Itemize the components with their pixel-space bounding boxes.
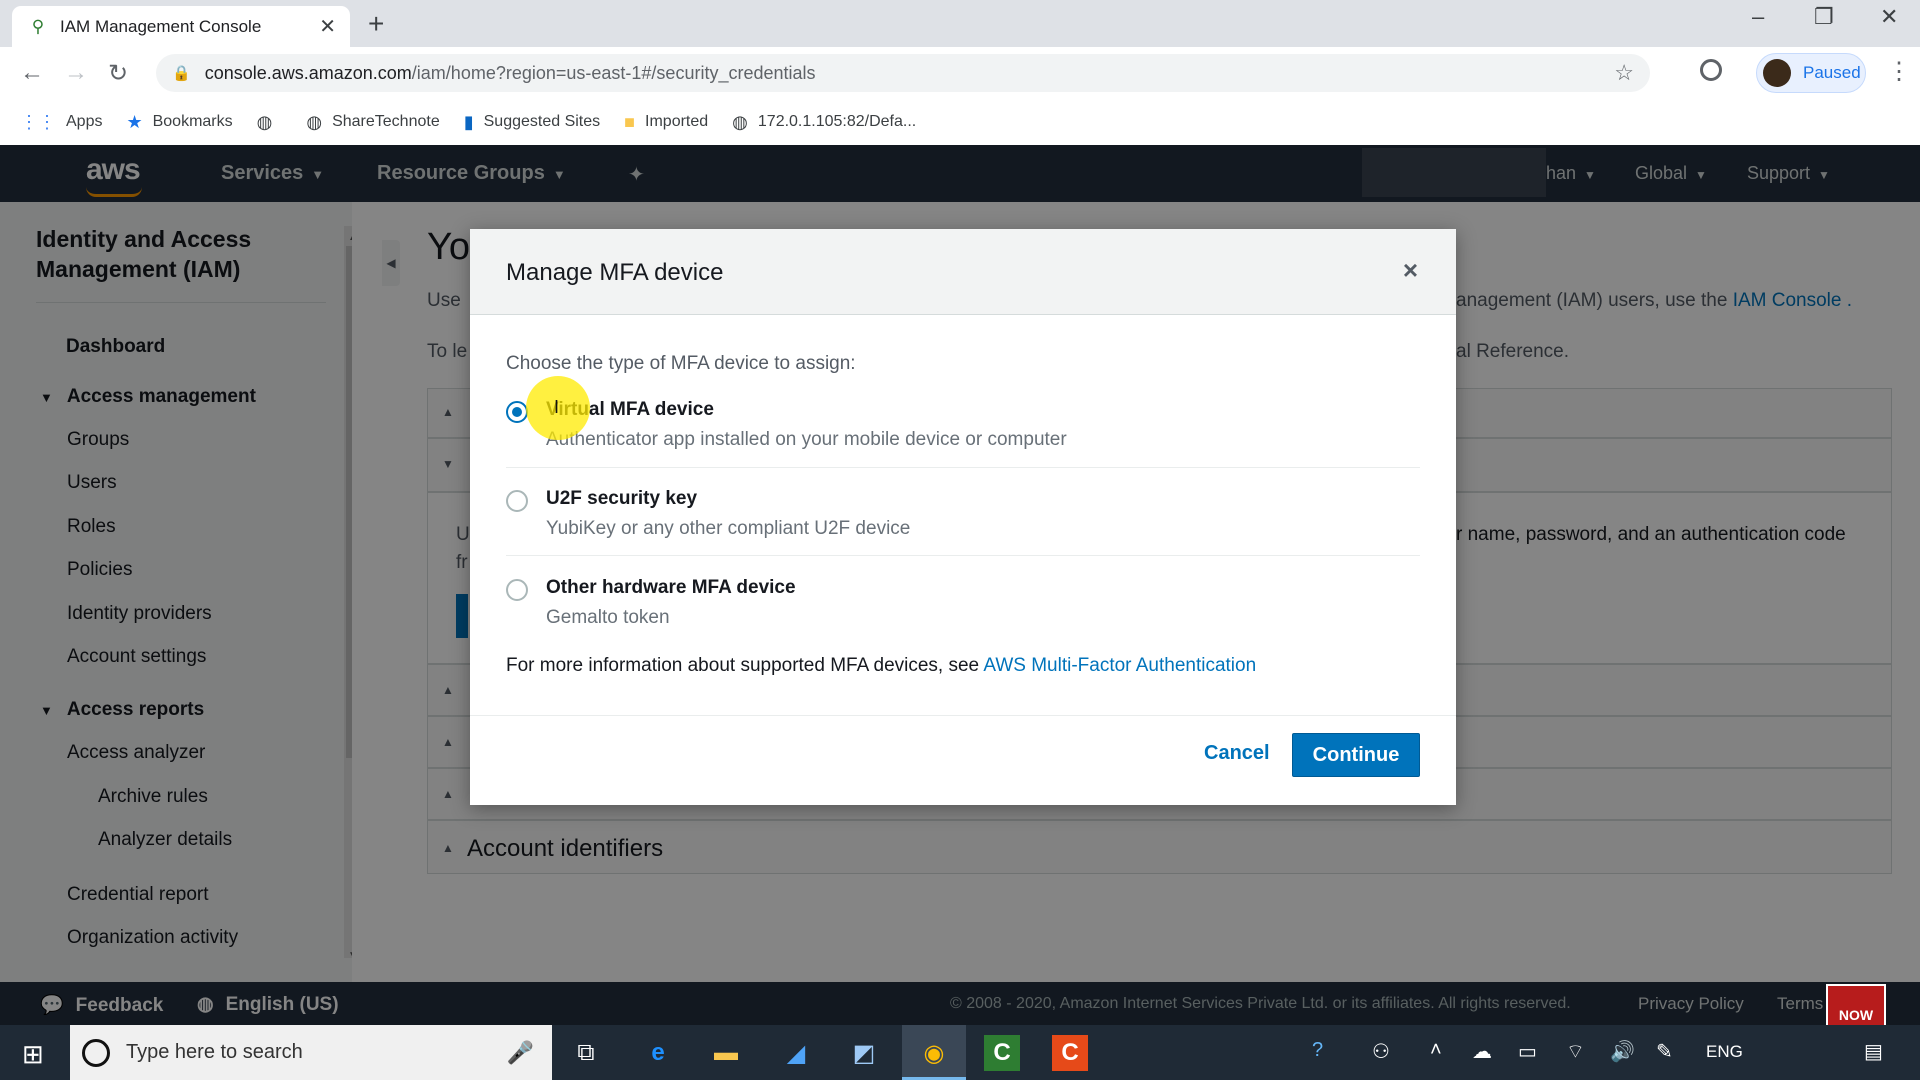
bookmark-globe[interactable]: ◍ (257, 112, 283, 133)
task-view-icon[interactable]: ⧉ (568, 1035, 604, 1071)
option-name: Other hardware MFA device (546, 577, 796, 598)
wifi-icon[interactable]: ⌔ (1566, 1039, 1585, 1064)
onedrive-icon[interactable]: ☁ (1472, 1039, 1492, 1064)
app-icon[interactable]: ◢ (778, 1035, 814, 1071)
restore-icon[interactable]: ❐ (1814, 4, 1834, 30)
pen-icon[interactable]: ✎ (1656, 1039, 1673, 1064)
new-tab-icon[interactable]: + (368, 8, 384, 40)
option-desc: Gemalto token (546, 607, 670, 628)
aws-mfa-link[interactable]: AWS Multi-Factor Authentication (983, 655, 1256, 676)
apps-grid-icon: ⋮⋮ (20, 111, 56, 132)
browser-tab[interactable]: ⚲ IAM Management Console ✕ (12, 6, 350, 47)
search-placeholder: Type here to search (126, 1041, 303, 1063)
back-icon[interactable]: ← (20, 59, 44, 87)
option-desc: YubiKey or any other compliant U2F devic… (546, 518, 911, 539)
option-desc: Authenticator app installed on your mobi… (546, 429, 1067, 450)
extension-icon[interactable] (1700, 59, 1722, 81)
option-divider (506, 467, 1420, 468)
option-virtual-mfa[interactable]: Virtual MFA device Authenticator app ins… (506, 397, 1420, 485)
camtasia-icon[interactable]: C (984, 1035, 1020, 1071)
lock-icon: 🔒 (172, 65, 191, 82)
address-bar[interactable]: 🔒 console.aws.amazon.com/iam/home?region… (156, 54, 1650, 92)
bookmark-imported[interactable]: ■ Imported (624, 112, 708, 133)
manage-mfa-dialog: Manage MFA device × Choose the type of M… (470, 229, 1456, 805)
continue-button[interactable]: Continue (1292, 733, 1420, 777)
radio-hardware-mfa[interactable] (506, 579, 528, 601)
help-icon[interactable]: ? (1312, 1039, 1323, 1062)
windows-start-icon[interactable]: ⊞ (22, 1039, 44, 1070)
radio-u2f-key[interactable] (506, 490, 528, 512)
tab-title: IAM Management Console (60, 16, 262, 36)
file-explorer-icon[interactable]: ▬ (708, 1035, 744, 1071)
tray-expand-icon[interactable]: ˄ (1430, 1039, 1442, 1062)
battery-icon[interactable]: ▭ (1518, 1039, 1537, 1064)
microphone-icon[interactable]: 🎤 (507, 1040, 534, 1066)
people-icon[interactable]: ⚇ (1372, 1039, 1390, 1064)
bookmarks-bar: ⋮⋮ Apps ★ Bookmarks ◍ ◍ ShareTechnote ▮ Sugg… (0, 99, 1920, 145)
dialog-footer: Cancel Continue (470, 715, 1456, 805)
chrome-icon[interactable]: ◉ (916, 1035, 952, 1071)
url-text: console.aws.amazon.com/iam/home?region=u… (204, 62, 816, 83)
close-icon[interactable]: × (1403, 255, 1418, 286)
forward-icon[interactable]: → (64, 59, 88, 87)
cortana-icon (82, 1038, 110, 1067)
notes-app-icon[interactable]: ◩ (846, 1035, 882, 1071)
edge-icon[interactable]: e (640, 1035, 676, 1071)
recorder-app-icon[interactable]: C (1052, 1035, 1088, 1071)
globe-icon: ◍ (256, 111, 273, 132)
bookmark-suggested-sites[interactable]: ▮ Suggested Sites (464, 112, 600, 133)
bookmark-apps[interactable]: ⋮⋮ Apps (20, 112, 102, 133)
browser-toolbar: ← → ↻ 🔒 console.aws.amazon.com/iam/home?… (0, 47, 1920, 99)
bookmark-star-icon[interactable]: ☆ (1614, 60, 1634, 86)
option-hardware-mfa[interactable]: Other hardware MFA device Gemalto token (506, 575, 1420, 663)
globe-icon: ◍ (732, 111, 748, 132)
globe-icon: ◍ (306, 111, 323, 132)
option-divider (506, 555, 1420, 556)
text-cursor-icon: I (554, 397, 560, 417)
profile-button[interactable]: Paused (1756, 53, 1866, 93)
mfa-info-text: For more information about supported MFA… (506, 655, 1257, 676)
bookmark-bookmarks[interactable]: ★ Bookmarks (126, 112, 232, 133)
bing-icon: ▮ (463, 111, 474, 132)
dialog-prompt: Choose the type of MFA device to assign: (506, 353, 856, 374)
volume-icon[interactable]: 🔊 (1610, 1039, 1635, 1064)
profile-status: Paused (1803, 63, 1861, 82)
star-icon: ★ (126, 111, 143, 132)
option-name: U2F security key (546, 488, 698, 509)
menu-kebab-icon[interactable]: ⋮ (1887, 57, 1911, 86)
reload-icon[interactable]: ↻ (108, 59, 128, 88)
taskbar-search[interactable]: Type here to search 🎤 (70, 1025, 552, 1080)
input-language[interactable]: ENG (1706, 1042, 1743, 1062)
bookmark-sharetechnote[interactable]: ◍ ShareTechnote (306, 112, 439, 133)
iam-favicon-icon: ⚲ (31, 16, 45, 36)
dialog-header: Manage MFA device × (470, 229, 1456, 315)
windows-taskbar: ⊞ Type here to search 🎤 ⧉ e ▬ ◢ ◩ ◉ C C … (0, 1025, 1920, 1080)
folder-icon: ■ (624, 111, 636, 132)
dialog-title: Manage MFA device (506, 259, 724, 286)
close-window-icon[interactable]: ✕ (1880, 4, 1898, 30)
browser-tab-strip: ⚲ IAM Management Console ✕ + – ❐ ✕ (0, 0, 1920, 47)
close-tab-icon[interactable]: ✕ (319, 14, 336, 39)
bookmark-local-ip[interactable]: ◍ 172.0.1.105:82/Defa... (732, 112, 916, 133)
avatar (1763, 59, 1791, 87)
cancel-button[interactable]: Cancel (1204, 742, 1270, 765)
notifications-icon[interactable]: ▤ (1864, 1039, 1883, 1064)
radio-virtual-mfa[interactable] (506, 401, 528, 423)
option-u2f-key[interactable]: U2F security key YubiKey or any other co… (506, 486, 1420, 574)
minimize-icon[interactable]: – (1752, 4, 1764, 30)
